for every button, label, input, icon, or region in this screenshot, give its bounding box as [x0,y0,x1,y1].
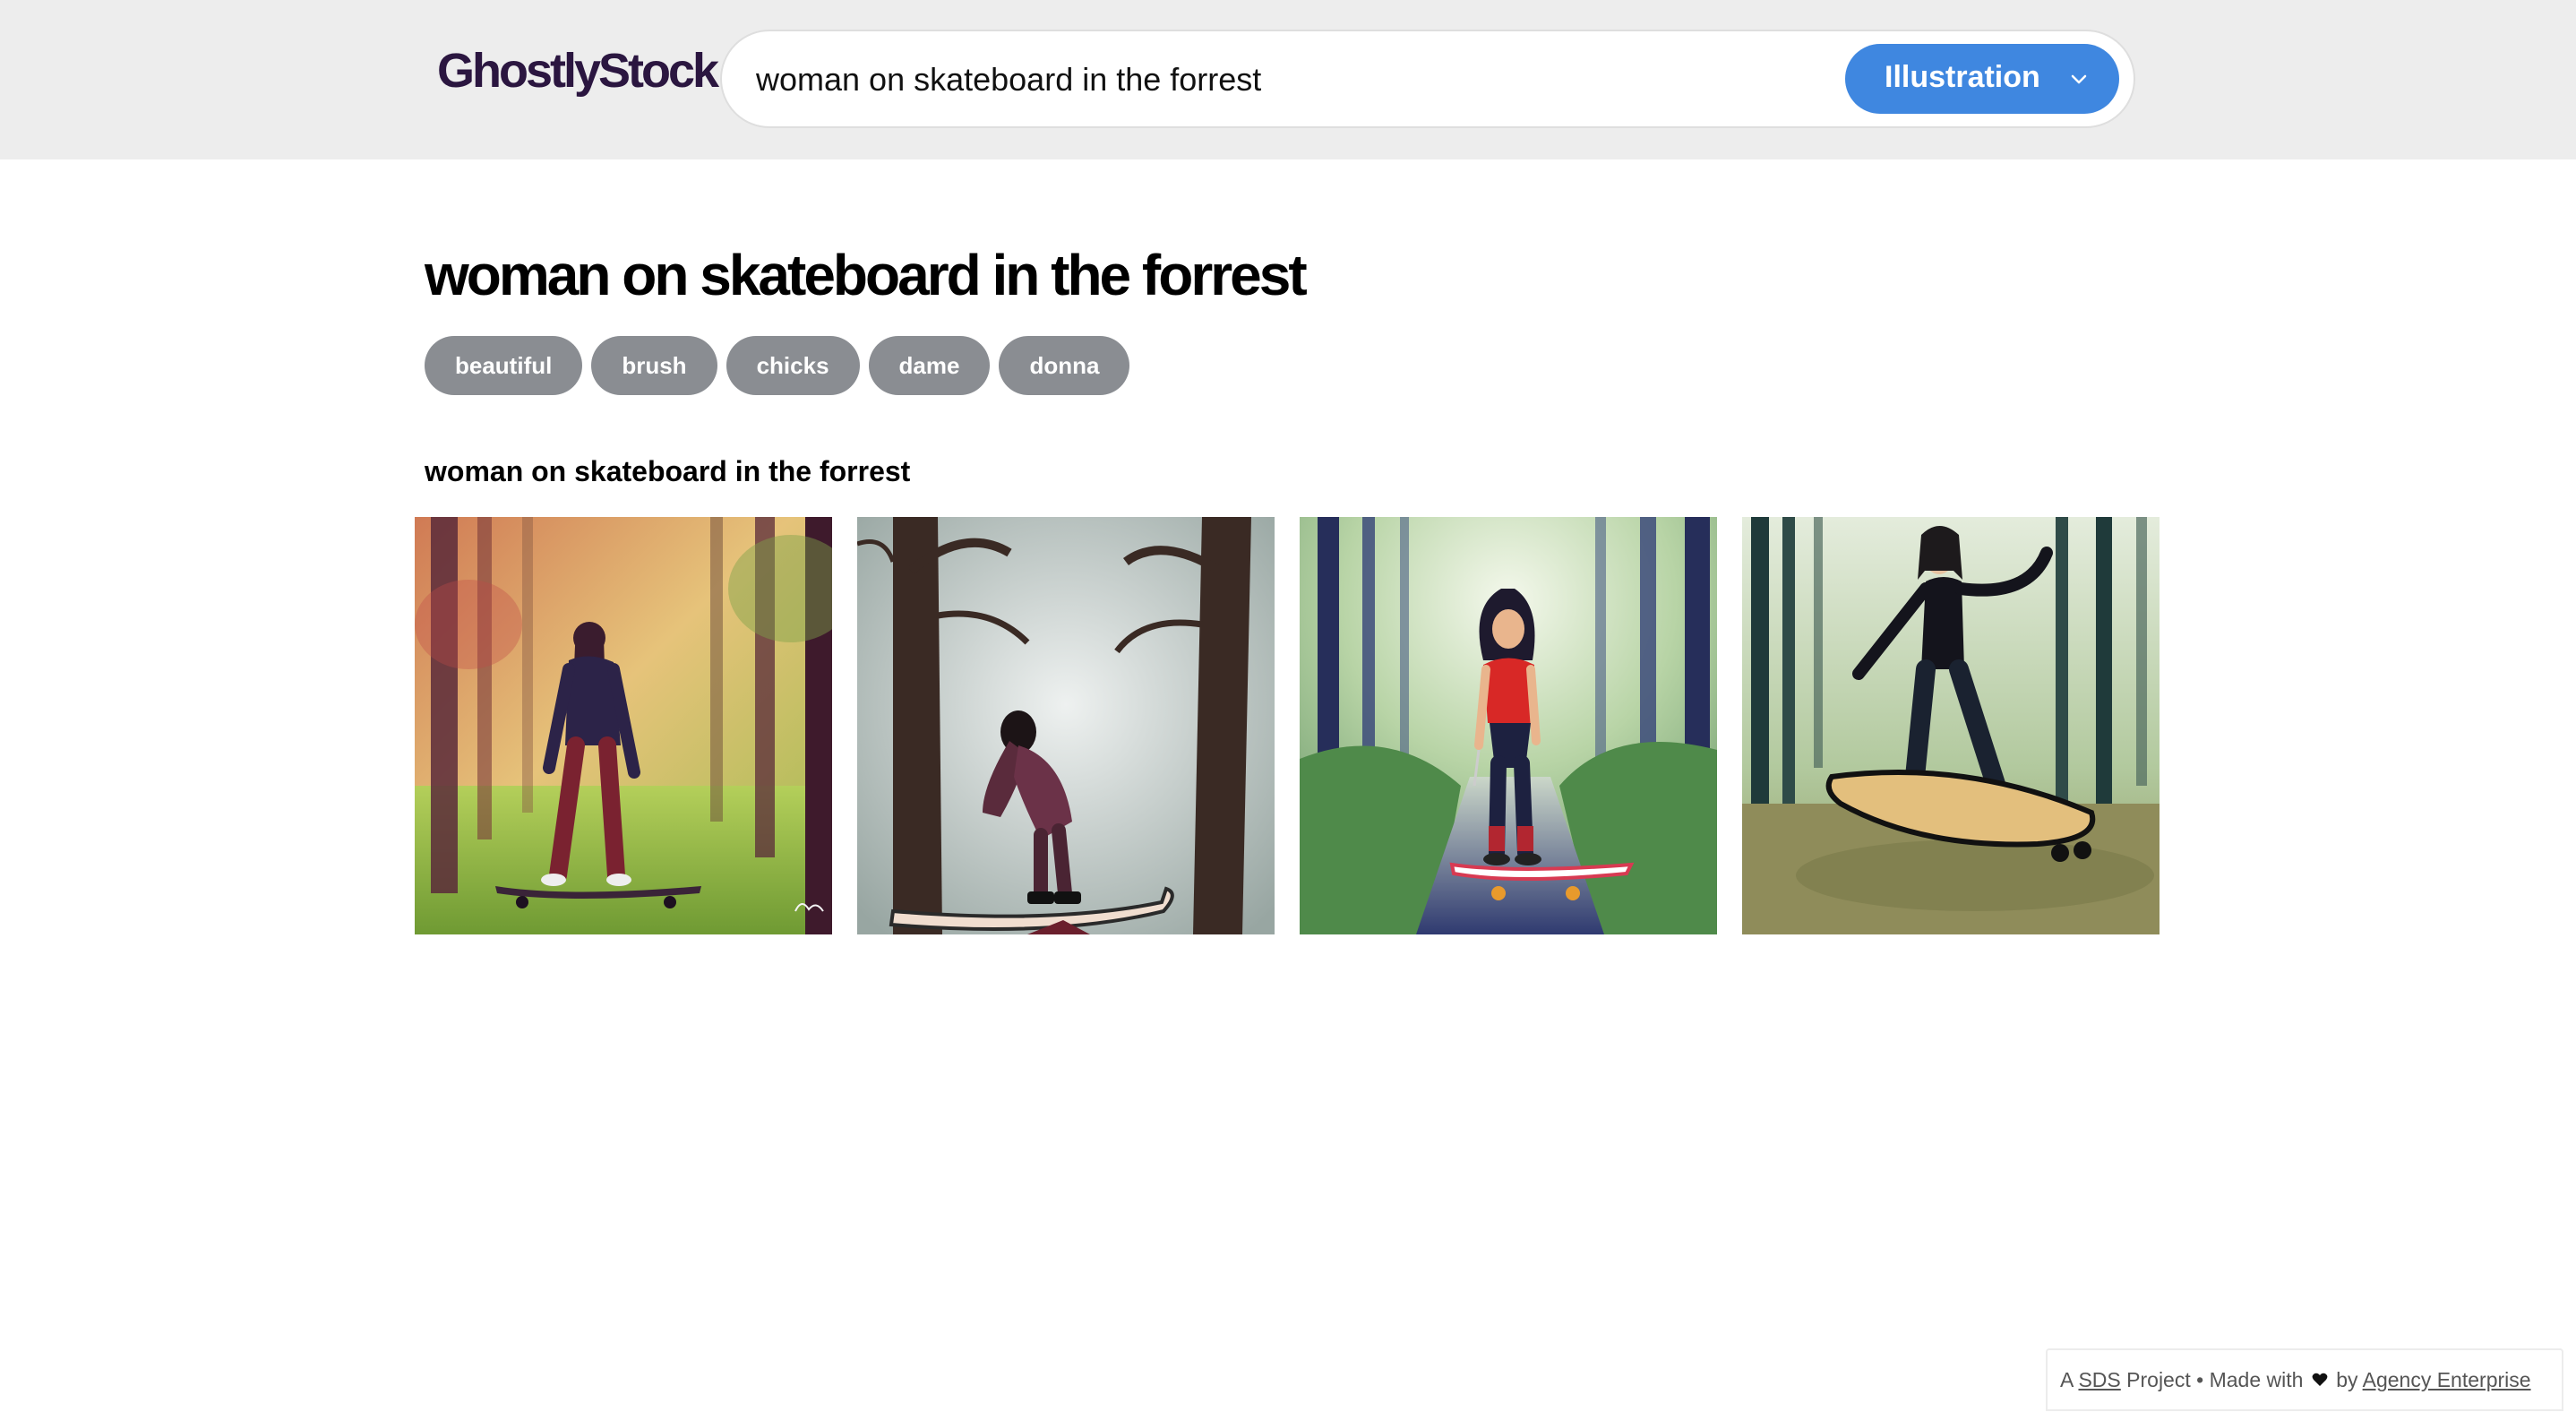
image-type-dropdown[interactable]: Illustration [1845,44,2119,114]
tag-chip[interactable]: beautiful [425,336,583,395]
footer-by-text: by [2336,1368,2358,1391]
heart-icon [2312,1373,2328,1386]
tag-chip[interactable]: donna [999,336,1130,395]
tag-chip[interactable]: brush [591,336,717,395]
skateboard-illustration-image [415,517,832,934]
footer-prefix: A [2060,1368,2074,1391]
skateboard-illustration-image [1300,517,1717,934]
tag-list: beautiful brush chicks dame donna [425,336,1130,397]
chevron-down-icon [2071,74,2087,84]
search-input[interactable] [756,53,1786,107]
search-bar: Illustration [720,30,2135,128]
image-result[interactable] [1742,517,2160,934]
image-type-label: Illustration [1885,60,2040,94]
site-logo[interactable]: GhostlyStock [437,43,719,99]
site-footer: A SDS Project • Made with by Agency Ente… [2046,1348,2563,1411]
skateboard-illustration-image [857,517,1275,934]
image-result[interactable] [1300,517,1717,934]
image-grid [415,517,2160,934]
tag-chip[interactable]: chicks [726,336,860,395]
skateboard-illustration-image [1742,517,2160,934]
results-heading: woman on skateboard in the forrest [425,455,911,487]
site-header: GhostlyStock Illustration [0,0,2576,159]
page-title: woman on skateboard in the forrest [425,243,1308,307]
agency-link[interactable]: Agency Enterprise [2363,1368,2531,1391]
sds-link[interactable]: SDS [2078,1368,2120,1391]
tag-chip[interactable]: dame [868,336,991,395]
image-result[interactable] [857,517,1275,934]
image-result[interactable] [415,517,832,934]
footer-project-text: Project • Made with [2126,1368,2304,1391]
